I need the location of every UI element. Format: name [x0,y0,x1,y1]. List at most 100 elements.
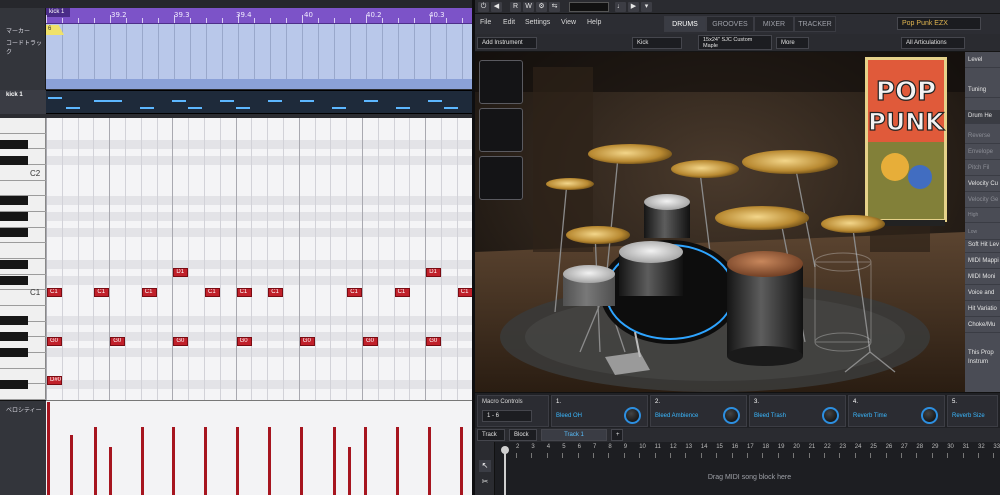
articulations-dropdown[interactable]: All Articulations [901,37,965,49]
tab-grooves[interactable]: GROOVES [706,16,754,32]
black-key[interactable] [0,140,28,149]
envelope-control[interactable]: Envelope [965,146,1000,160]
velocity-bar[interactable] [94,427,97,495]
velocity-bar[interactable] [141,427,144,495]
black-key[interactable] [0,332,28,341]
tab-mixer[interactable]: MIXER [754,16,794,32]
midi-note[interactable]: G0 [110,337,126,346]
menu-file[interactable]: File [480,19,491,26]
midi-note[interactable]: G0 [236,337,252,346]
black-key[interactable] [0,212,28,221]
midi-note[interactable]: G0 [426,337,442,346]
white-key[interactable] [0,181,46,197]
velocity-bar[interactable] [109,447,112,495]
velocity-lane[interactable] [46,400,474,495]
midi-note[interactable]: D#0 [47,376,62,385]
timeline-ruler[interactable]: kick 1 39.2 39.3 39.4 40 40.2 40.3 [46,8,474,24]
sync-icon[interactable]: ⇆ [549,2,560,12]
settings-icon[interactable]: ⚙ [536,2,547,12]
velocity-bar[interactable] [70,435,73,495]
midi-note[interactable]: G0 [47,337,62,346]
velocity-bar[interactable] [204,427,207,495]
voice-and-control[interactable]: Voice and [965,287,1000,301]
macro-knob[interactable] [723,407,740,424]
add-track-button[interactable]: + [611,429,623,441]
tuning-control[interactable]: Tuning [965,84,1000,98]
macro-knob[interactable] [624,407,641,424]
velocity-curve-control[interactable]: Velocity Cu [965,178,1000,192]
black-key[interactable] [0,316,28,325]
add-instrument-dropdown[interactable]: Add Instrument [477,37,537,49]
midi-note[interactable]: C1 [347,288,363,297]
macro-slot[interactable]: 3. Bleed Trash [749,395,846,427]
velocity-gate-control[interactable]: Velocity Ge [965,194,1000,208]
velocity-bar[interactable] [364,427,367,495]
record-button[interactable]: R [510,2,521,12]
tambourine-thumbnail[interactable] [479,108,523,152]
reverse-toggle[interactable]: Reverse [965,130,1000,144]
midi-note[interactable]: C1 [205,288,220,297]
velocity-bar[interactable] [268,427,271,495]
midi-note[interactable]: G0 [299,337,315,346]
black-key[interactable] [0,348,28,357]
velocity-bar[interactable] [428,427,431,495]
velocity-bar[interactable] [396,427,399,495]
menu-edit[interactable]: Edit [503,19,515,26]
split-tool-icon[interactable]: ✂ [479,476,491,488]
power-button[interactable]: ⏻ [478,2,489,12]
drum-selector[interactable]: Kick [632,37,682,49]
preset-selector[interactable]: Pop Punk EZX [897,17,981,30]
piano-keyboard[interactable]: C2 C1 [0,118,46,400]
midi-note[interactable]: D1 [173,268,189,277]
macro-slot[interactable]: 5. Reverb Size [947,395,998,427]
midi-mapping[interactable]: MIDI Mappi [965,255,1000,269]
black-key[interactable] [0,380,28,389]
hit-variation[interactable]: Hit Variatio [965,303,1000,317]
midi-note[interactable]: C1 [457,288,473,297]
block-dropdown[interactable]: Block [509,429,537,441]
choke-mute[interactable]: Choke/Mu [965,319,1000,333]
play-icon[interactable]: ▶ [628,2,639,12]
metronome-icon[interactable]: ♩ [615,2,626,12]
midi-note[interactable]: C1 [94,288,110,297]
dropdown-icon[interactable]: ▾ [641,2,652,12]
macro-slot[interactable]: 2. Bleed Ambience [650,395,747,427]
level-control[interactable]: Level [965,54,1000,68]
macro-range-dropdown[interactable]: 1 - 6 [482,410,532,422]
pitch-filter-control[interactable]: Pitch Fil [965,162,1000,176]
black-key[interactable] [0,276,28,285]
drum-model-dropdown[interactable]: 15x24" SJC Custom Maple [698,35,772,50]
more-dropdown[interactable]: More [776,37,809,49]
macro-slot[interactable]: 4. Reverb Time [848,395,945,427]
song-timeline[interactable]: ↖ ✂ 2 3 4 5 6 7 8 9 10 11 12 13 14 15 16 17 18 19 20 21 22 23… [475,442,1000,495]
black-key[interactable] [0,156,28,165]
macro-slot[interactable]: 1. Bleed OH [551,395,648,427]
velocity-bar[interactable] [460,427,463,495]
midi-note[interactable]: C1 [268,288,284,297]
menu-settings[interactable]: Settings [525,19,550,26]
drum-head-dropdown[interactable]: Drum He [965,110,1000,124]
velocity-bar[interactable] [348,447,351,495]
black-key[interactable] [0,196,28,205]
midi-note[interactable]: G0 [173,337,189,346]
white-key[interactable] [0,243,46,259]
soft-hit-level[interactable]: Soft Hit Lev [965,239,1000,253]
velocity-bar[interactable] [172,427,175,495]
midi-note[interactable]: G0 [363,337,378,346]
velocity-bar[interactable] [236,427,239,495]
midi-monitor[interactable]: MIDI Moni [965,271,1000,285]
black-key[interactable] [0,260,28,269]
velocity-bar[interactable] [47,402,50,495]
track-1-tab[interactable]: Track 1 [541,429,607,441]
midi-note[interactable]: C1 [394,288,410,297]
write-button[interactable]: W [523,2,534,12]
macro-knob[interactable] [921,407,938,424]
track-dropdown[interactable]: Track [477,429,505,441]
shaker-thumbnail[interactable] [479,60,523,104]
midi-note[interactable]: C1 [236,288,252,297]
tab-drums[interactable]: DRUMS [664,16,706,32]
drum-kit-view[interactable]: POP PUNK [475,52,965,392]
chord-lane[interactable] [46,79,474,89]
tempo-display[interactable] [569,2,609,12]
white-key[interactable] [0,118,46,134]
